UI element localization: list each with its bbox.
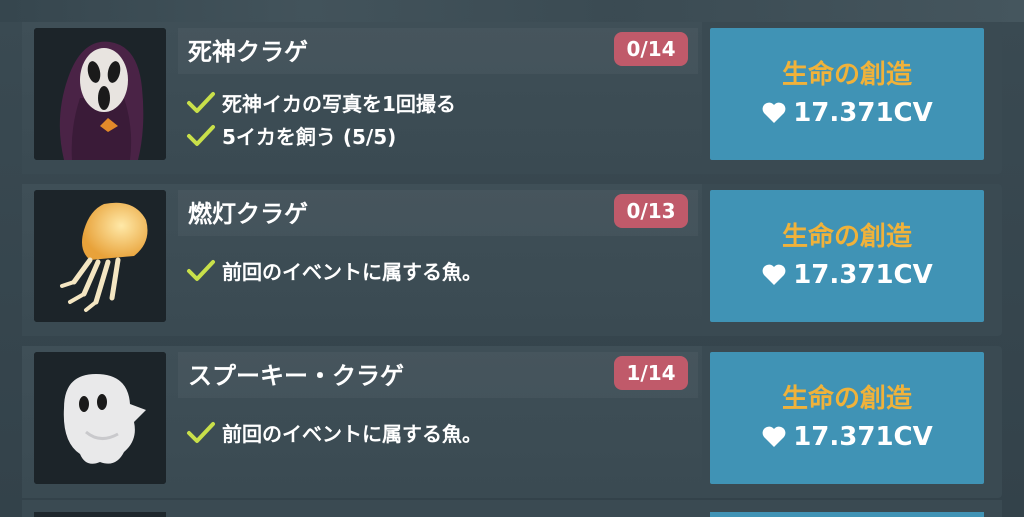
create-life-label: 生命の創造: [781, 384, 912, 414]
requirement-text: 死神イカの写真を1回撮る: [222, 92, 456, 116]
check-icon: [186, 90, 216, 116]
create-life-button[interactable]: 生命の創造 17.371CV: [710, 352, 984, 484]
creature-row: スプーキー・クラゲ 1/14 前回のイベントに属する魚。 生命の創造 17.37…: [22, 346, 1002, 498]
creature-name: スプーキー・クラゲ: [188, 362, 404, 390]
heart-icon: [761, 425, 787, 449]
requirement-text: 前回のイベントに属する魚。: [222, 422, 482, 446]
lantern-jellyfish-icon: [34, 190, 166, 322]
creature-list: 死神クラゲ 0/14 死神イカの写真を1回撮る 5イカを飼う (5/5) 生命の…: [0, 0, 1024, 517]
create-life-button[interactable]: 生命の創造 17.371CV: [710, 28, 984, 160]
creature-thumbnail: [34, 190, 166, 322]
creature-thumbnail: [34, 352, 166, 484]
heart-icon: [761, 263, 787, 287]
check-icon: [186, 258, 216, 284]
ghost-jellyfish-icon: [34, 352, 166, 484]
progress-badge: 0/13: [614, 194, 688, 228]
creature-thumbnail: [34, 512, 166, 517]
requirements-list: 前回のイベントに属する魚。: [186, 254, 482, 287]
heart-icon: [761, 101, 787, 125]
requirements-list: 前回のイベントに属する魚。: [186, 416, 482, 449]
grim-reaper-jellyfish-icon: [34, 28, 166, 160]
requirement-item: 前回のイベントに属する魚。: [186, 254, 482, 287]
price-value: 17.371CV: [793, 98, 933, 128]
price: 17.371CV: [761, 94, 933, 132]
requirement-text: 5イカを飼う (5/5): [222, 125, 397, 149]
requirements-list: 死神イカの写真を1回撮る 5イカを飼う (5/5): [186, 86, 456, 152]
creature-row: 燃灯クラゲ 0/13 前回のイベントに属する魚。 生命の創造 17.371CV: [22, 184, 1002, 336]
progress-badge: 1/14: [614, 356, 688, 390]
price: 17.371CV: [761, 418, 933, 456]
creature-name: 死神クラゲ: [188, 38, 308, 66]
creature-thumbnail: [34, 28, 166, 160]
price-value: 17.371CV: [793, 260, 933, 290]
price-value: 17.371CV: [793, 422, 933, 452]
create-life-label: 生命の創造: [781, 60, 912, 90]
create-life-button[interactable]: [710, 512, 984, 517]
requirement-item: 死神イカの写真を1回撮る: [186, 86, 456, 119]
requirement-item: 5イカを飼う (5/5): [186, 119, 456, 152]
requirement-text: 前回のイベントに属する魚。: [222, 260, 482, 284]
check-icon: [186, 420, 216, 446]
creature-name: 燃灯クラゲ: [188, 200, 308, 228]
create-life-button[interactable]: 生命の創造 17.371CV: [710, 190, 984, 322]
price: 17.371CV: [761, 256, 933, 294]
create-life-label: 生命の創造: [781, 222, 912, 252]
progress-badge: 0/14: [614, 32, 688, 66]
check-icon: [186, 123, 216, 149]
creature-row: 死神クラゲ 0/14 死神イカの写真を1回撮る 5イカを飼う (5/5) 生命の…: [22, 22, 1002, 174]
requirement-item: 前回のイベントに属する魚。: [186, 416, 482, 449]
creature-row-partial: [22, 500, 1002, 517]
